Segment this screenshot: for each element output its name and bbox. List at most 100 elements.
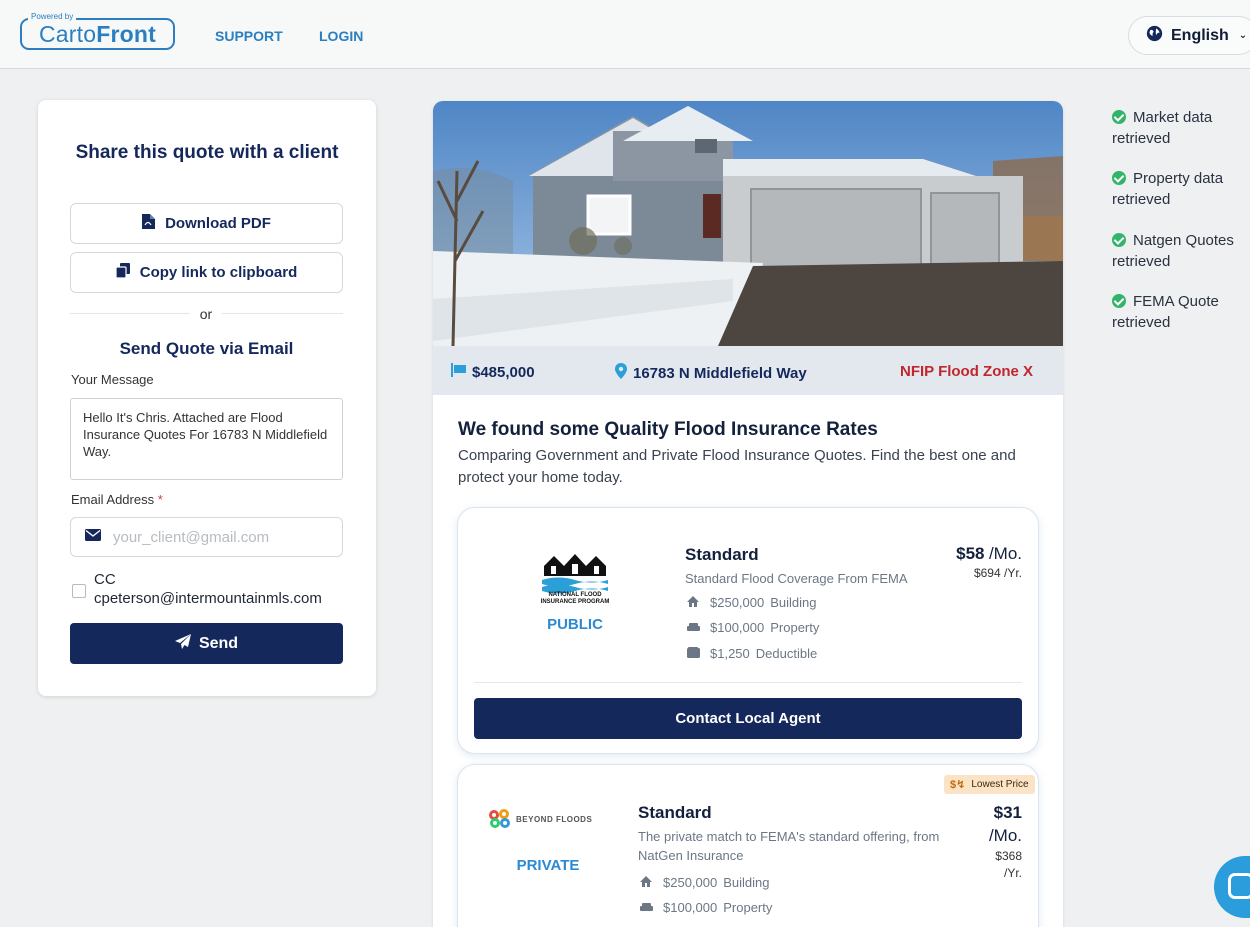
per-month-label: /Mo. [988, 826, 1022, 845]
quote-feature-building: $250,000 Building [638, 875, 770, 890]
deductible-amount: $1,250 [710, 646, 750, 661]
property-amount: $100,000 [710, 620, 765, 635]
email-label: Email Address * [71, 492, 163, 507]
nfip-logo-text: NATIONAL FLOOD INSURANCE PROGRAM [540, 592, 610, 605]
message-textarea[interactable]: Hello It's Chris. Attached are Flood Ins… [70, 398, 343, 480]
cc-checkbox[interactable] [72, 584, 86, 598]
quote-feature-property: $100,000 Property [685, 620, 819, 635]
quote-feature-building: $250,000 Building [685, 595, 817, 610]
separator-line-right [222, 313, 343, 314]
quote-price: $31 /Mo. $368 /Yr. [948, 801, 1022, 881]
quote-results-card: $485,000 16783 N Middlefield Way NFIP Fl… [433, 101, 1063, 927]
logo-text-carto: Carto [38, 20, 97, 47]
property-address: 16783 N Middlefield Way [615, 363, 807, 383]
globe-icon [1146, 25, 1163, 47]
wallet-icon [685, 646, 701, 661]
flood-zone: NFIP Flood Zone X [900, 363, 1034, 380]
price-drop-icon: $↯ [950, 779, 966, 791]
top-navbar: Carto Front Powered by SUPPORT LOGIN Engl… [0, 0, 1250, 69]
pdf-file-icon [142, 214, 156, 233]
or-separator: or [70, 306, 343, 322]
building-amount: $250,000 [663, 875, 718, 890]
status-property-data: Property data retrieved [1112, 168, 1250, 210]
status-fema-quote: FEMA Quote retrieved [1112, 291, 1250, 333]
status-market-data: Market data retrieved [1112, 107, 1250, 149]
sofa-icon [685, 620, 701, 635]
building-label: Building [770, 595, 817, 610]
cartofront-logo[interactable]: Carto Front [20, 18, 175, 50]
copy-link-button[interactable]: Copy link to clipboard [70, 252, 343, 293]
price-tag-icon [451, 363, 466, 381]
beyond-floods-logo: BEYOND FLOODS [488, 809, 592, 829]
status-text-suffix: retrieved [1112, 314, 1171, 331]
separator-line-left [70, 313, 190, 314]
check-circle-icon [1112, 171, 1126, 185]
share-panel-title: Share this quote with a client [75, 142, 339, 163]
status-text: Market data [1133, 109, 1213, 126]
nav-login-link[interactable]: LOGIN [319, 28, 363, 44]
language-label: English [1171, 26, 1229, 44]
sofa-icon [638, 900, 654, 915]
per-year-label: /Yr. [1003, 866, 1022, 880]
status-text-suffix: retrieved [1112, 253, 1171, 270]
or-text: or [199, 306, 213, 322]
cc-label[interactable]: CC cpeterson@intermountainmls.com [94, 570, 322, 608]
home-icon [638, 875, 654, 890]
language-selector[interactable]: English ⌄ [1128, 16, 1250, 55]
required-asterisk: * [157, 492, 163, 507]
property-info-bar: $485,000 16783 N Middlefield Way NFIP Fl… [433, 346, 1063, 395]
property-label: Property [770, 620, 820, 635]
building-label: Building [723, 875, 770, 890]
quote-feature-property: $100,000 Property [638, 900, 772, 915]
email-input[interactable]: your_client@gmail.com [70, 517, 343, 557]
chevron-down-icon: ⌄ [1238, 30, 1248, 41]
check-circle-icon [1112, 233, 1126, 247]
lowest-price-label: Lowest Price [971, 779, 1029, 790]
card-divider [474, 682, 1022, 683]
copy-link-label: Copy link to clipboard [139, 264, 298, 281]
envelope-icon [85, 528, 101, 546]
status-text: Property data [1133, 170, 1224, 187]
nav-support-link[interactable]: SUPPORT [215, 28, 283, 44]
share-quote-panel: Share this quote with a client Download … [38, 100, 376, 696]
property-price-value: $485,000 [472, 363, 535, 381]
map-marker-icon [615, 363, 627, 383]
message-label: Your Message [71, 372, 154, 387]
quote-type-private: PRIVATE [516, 857, 580, 874]
contact-local-agent-button[interactable]: Contact Local Agent [474, 698, 1022, 739]
quote-description: The private match to FEMA's standard off… [638, 829, 940, 863]
status-text: Natgen Quotes [1133, 232, 1234, 249]
property-amount: $100,000 [663, 900, 718, 915]
logo-powered-by: Powered by [28, 12, 77, 21]
cc-prefix: CC [94, 571, 116, 588]
send-label: Send [198, 634, 239, 652]
chat-launcher-button[interactable] [1214, 856, 1250, 918]
download-pdf-button[interactable]: Download PDF [70, 203, 343, 244]
paper-plane-icon [174, 633, 191, 654]
quote-type-public: PUBLIC [547, 616, 603, 633]
property-photo [433, 101, 1063, 347]
quote-card-private: $↯ Lowest Price BEYOND FLOODS PRIVATE St… [457, 764, 1039, 927]
quote-card-public: NATIONAL FLOOD INSURANCE PROGRAM PUBLIC … [457, 507, 1039, 754]
property-label: Property [723, 900, 773, 915]
send-button[interactable]: Send [70, 623, 343, 664]
status-text-suffix: retrieved [1112, 130, 1171, 147]
nfip-logo: NATIONAL FLOOD INSURANCE PROGRAM [538, 546, 612, 615]
price-monthly: $31 [993, 803, 1022, 822]
home-icon [685, 595, 701, 610]
price-yearly: $694 /Yr. [973, 566, 1022, 580]
status-text: FEMA Quote [1133, 293, 1219, 310]
quote-plan-title: Standard [638, 803, 712, 822]
property-address-value: 16783 N Middlefield Way [633, 364, 807, 382]
beyond-floods-logo-mark [489, 809, 510, 828]
email-section-title: Send Quote via Email [119, 339, 294, 358]
email-placeholder: your_client@gmail.com [113, 528, 270, 546]
quote-description: Standard Flood Coverage From FEMA [685, 571, 908, 586]
check-circle-icon [1112, 294, 1126, 308]
price-monthly: $58 [956, 544, 985, 563]
per-month-label: /Mo. [988, 544, 1022, 563]
beyond-floods-logo-text: BEYOND FLOODS [516, 814, 593, 824]
quote-price: $58 /Mo. $694 /Yr. [918, 544, 1022, 580]
check-circle-icon [1112, 110, 1126, 124]
copy-icon [115, 263, 130, 282]
